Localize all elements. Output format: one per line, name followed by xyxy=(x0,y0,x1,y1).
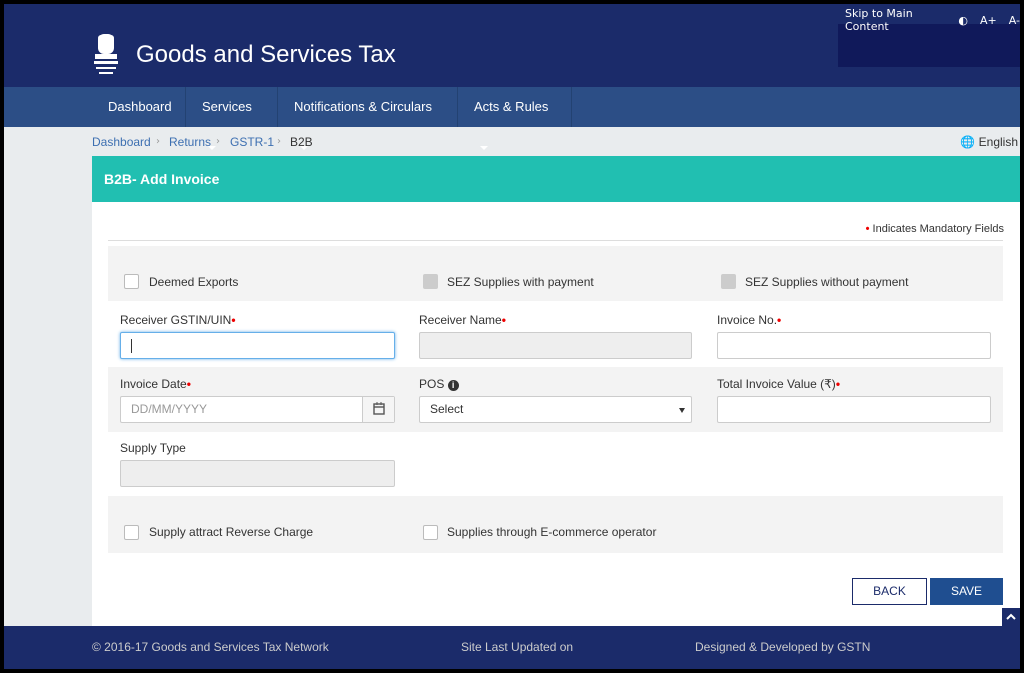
required-marker: • xyxy=(186,377,191,391)
breadcrumb-gstr1[interactable]: GSTR-1 xyxy=(230,135,274,149)
dropdown-arrow-icon xyxy=(679,408,685,413)
pos-label: POS i xyxy=(419,377,459,391)
nav-notifications-label: Notifications & Circulars xyxy=(294,99,432,114)
invoice-no-label-text: Invoice No. xyxy=(717,313,778,327)
reverse-charge-checkbox[interactable] xyxy=(124,525,139,540)
font-increase-button[interactable]: A+ xyxy=(980,14,997,27)
mandatory-note-text: Indicates Mandatory Fields xyxy=(872,223,1004,235)
receiver-gstin-input[interactable] xyxy=(120,332,395,359)
ecommerce-operator-checkbox[interactable] xyxy=(423,525,438,540)
back-button[interactable]: BACK xyxy=(852,578,927,605)
breadcrumb-dashboard[interactable]: Dashboard xyxy=(92,135,151,149)
nav-services[interactable]: Services xyxy=(186,87,278,150)
total-invoice-value-label-text: Total Invoice Value (₹) xyxy=(717,377,836,391)
panel-header: B2B- Add Invoice xyxy=(92,156,1020,202)
footer-last-updated: Site Last Updated on xyxy=(461,640,574,654)
receiver-name-input[interactable] xyxy=(419,332,692,359)
nav-services-label: Services xyxy=(202,99,252,114)
sez-with-payment-checkbox[interactable] xyxy=(423,274,438,289)
breadcrumb-separator: › xyxy=(216,136,220,147)
nav-dashboard-label: Dashboard xyxy=(108,99,172,114)
main-nav: Dashboard Services Notifications & Circu… xyxy=(4,87,1020,150)
invoice-no-input[interactable] xyxy=(717,332,991,359)
required-marker: • xyxy=(777,313,782,327)
national-emblem-icon xyxy=(94,34,118,74)
page: Skip to Main Content ◐ A+ A- Goods and S… xyxy=(4,4,1020,669)
nav-acts-rules[interactable]: Acts & Rules xyxy=(458,87,572,150)
ecommerce-operator-label: Supplies through E-commerce operator xyxy=(447,525,657,539)
invoice-date-input[interactable]: DD/MM/YYYY xyxy=(120,396,395,423)
breadcrumb-separator: › xyxy=(156,136,160,147)
receiver-gstin-label: Receiver GSTIN/UIN• xyxy=(120,313,236,327)
save-button[interactable]: SAVE xyxy=(930,578,1003,605)
contrast-icon[interactable]: ◐ xyxy=(958,14,968,27)
sez-without-payment-label: SEZ Supplies without payment xyxy=(745,275,909,289)
site-header: Skip to Main Content ◐ A+ A- Goods and S… xyxy=(4,4,1020,87)
breadcrumb-returns[interactable]: Returns xyxy=(169,135,211,149)
mandatory-note: • Indicates Mandatory Fields xyxy=(866,223,1004,235)
nav-acts-rules-label: Acts & Rules xyxy=(474,99,549,114)
calendar-button[interactable] xyxy=(362,397,394,422)
pos-select[interactable]: Select xyxy=(419,396,692,423)
required-marker: • xyxy=(231,313,236,327)
add-invoice-panel: B2B- Add Invoice • Indicates Mandatory F… xyxy=(92,156,1020,626)
breadcrumb-separator: › xyxy=(277,136,281,147)
invoice-date-label-text: Invoice Date xyxy=(120,377,187,391)
invoice-date-label: Invoice Date• xyxy=(120,377,191,391)
breadcrumb-b2b: B2B xyxy=(290,135,313,149)
divider xyxy=(108,240,1003,241)
total-invoice-value-input[interactable] xyxy=(717,396,991,423)
breadcrumb: Dashboard › Returns › GSTR-1 › B2B 🌐 Eng… xyxy=(4,127,1020,156)
invoice-type-row xyxy=(108,246,1003,301)
sez-without-payment-checkbox[interactable] xyxy=(721,274,736,289)
invoice-date-placeholder: DD/MM/YYYY xyxy=(131,402,208,416)
language-selector[interactable]: 🌐 English xyxy=(960,135,1018,149)
required-marker: • xyxy=(865,223,870,235)
scroll-to-top-button[interactable] xyxy=(1002,608,1020,626)
supply-type-label: Supply Type xyxy=(120,441,186,455)
site-footer: © 2016-17 Goods and Services Tax Network… xyxy=(4,626,1020,669)
deemed-exports-checkbox[interactable] xyxy=(124,274,139,289)
deemed-exports-label: Deemed Exports xyxy=(149,275,239,289)
sez-with-payment-label: SEZ Supplies with payment xyxy=(447,275,594,289)
info-icon[interactable]: i xyxy=(447,380,459,391)
accessibility-bar: Skip to Main Content ◐ A+ A- xyxy=(845,7,1020,33)
calendar-icon xyxy=(373,402,385,415)
required-marker: • xyxy=(835,377,841,391)
chevron-up-icon xyxy=(1006,613,1016,620)
font-decrease-button[interactable]: A- xyxy=(1009,14,1020,27)
globe-icon: 🌐 xyxy=(960,135,976,149)
invoice-no-label: Invoice No.• xyxy=(717,313,781,327)
text-cursor xyxy=(131,339,132,353)
footer-designed-by: Designed & Developed by GSTN xyxy=(695,640,871,654)
supply-type-input[interactable] xyxy=(120,460,395,487)
pos-label-text: POS xyxy=(419,377,445,391)
reverse-charge-label: Supply attract Reverse Charge xyxy=(149,525,314,539)
total-invoice-value-label: Total Invoice Value (₹)• xyxy=(717,377,840,391)
site-title: Goods and Services Tax xyxy=(136,41,396,68)
pos-selected-value: Select xyxy=(430,402,464,416)
footer-copyright: © 2016-17 Goods and Services Tax Network xyxy=(92,640,329,654)
required-marker: • xyxy=(501,313,506,327)
receiver-name-label-text: Receiver Name xyxy=(419,313,502,327)
nav-dashboard[interactable]: Dashboard xyxy=(92,87,186,127)
skip-to-content-link[interactable]: Skip to Main Content xyxy=(845,7,946,33)
panel-title: B2B- Add Invoice xyxy=(104,171,220,187)
receiver-gstin-label-text: Receiver GSTIN/UIN xyxy=(120,313,232,327)
nav-notifications[interactable]: Notifications & Circulars xyxy=(278,87,458,150)
language-label: English xyxy=(978,135,1018,149)
receiver-name-label: Receiver Name• xyxy=(419,313,506,327)
